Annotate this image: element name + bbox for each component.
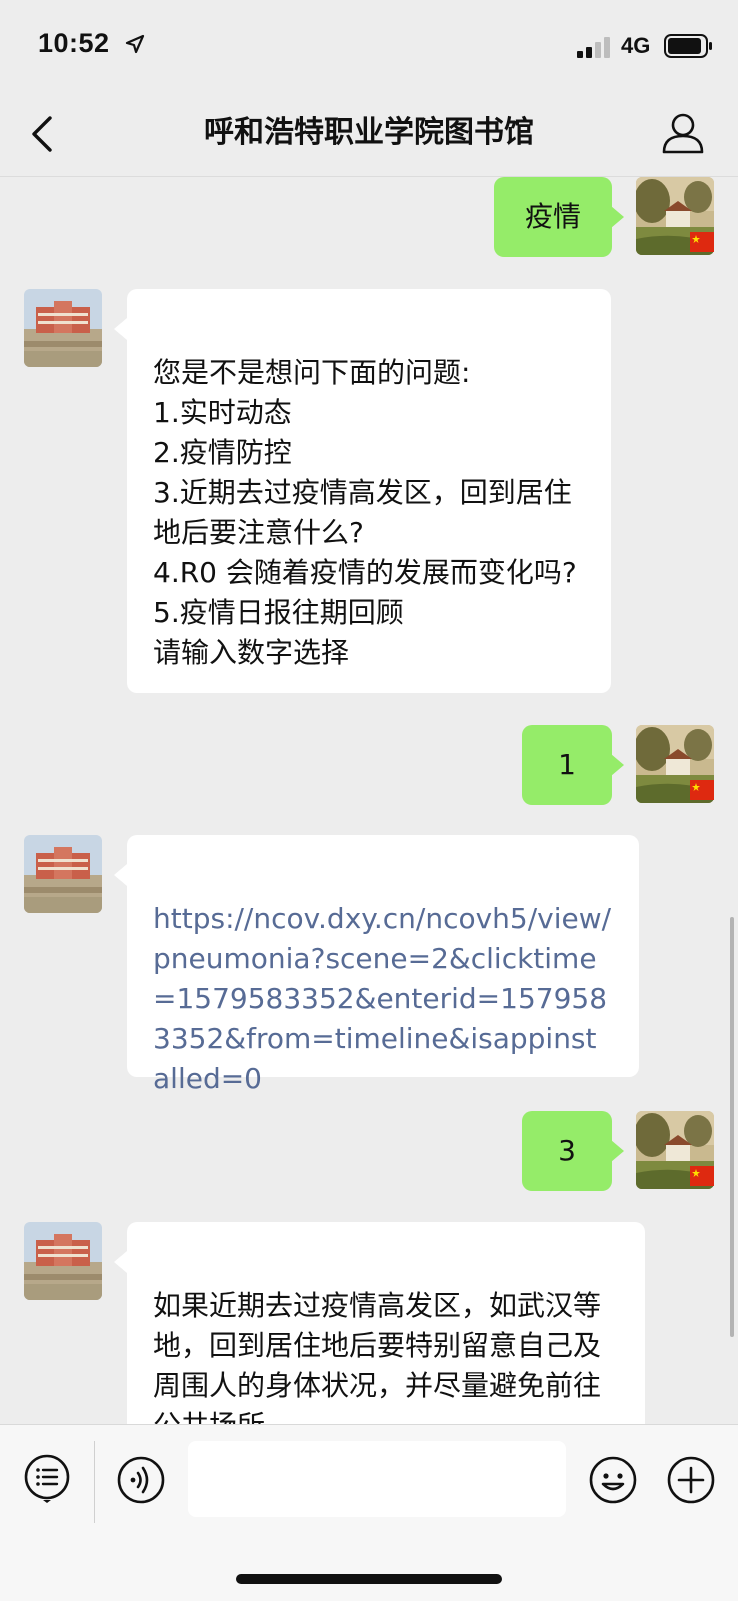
message-list[interactable]: 疫情 您是不是想问下面的问题: 1.实时动态 2.疫情防控 3.近期去过疫情高发… [0,177,738,1424]
status-time: 10:52 [38,28,110,58]
message-text: 如果近期去过疫情高发区，如武汉等地，回到居住地后要特别留意自己及周围人的身体状况… [153,1289,602,1424]
incoming-link-message[interactable]: https://ncov.dxy.cn/ncovh5/view/pneumoni… [127,835,639,1095]
home-indicator[interactable] [236,1574,502,1584]
chevron-left-icon[interactable] [24,112,60,156]
emoji-icon[interactable] [588,1455,638,1505]
library-avatar[interactable] [24,835,102,913]
message-text: 1 [558,748,576,781]
bubble-tail [114,1251,127,1273]
bubble-tail [611,1140,624,1162]
bubble-tail [611,754,624,776]
status-bar: 10:52 4G [0,0,738,92]
incoming-message[interactable]: 如果近期去过疫情高发区，如武汉等地，回到居住地后要特别留意自己及周围人的身体状况… [127,1222,645,1424]
outgoing-message[interactable]: 疫情 [494,177,612,257]
outgoing-message[interactable]: 3 [522,1111,612,1191]
message-text: 疫情 [524,200,581,233]
signal-strength-icon [577,37,610,58]
list-menu-icon[interactable] [22,1453,72,1503]
plus-icon[interactable] [666,1455,716,1505]
divider [94,1441,95,1523]
library-avatar[interactable] [24,1222,102,1300]
voice-icon[interactable] [116,1455,166,1505]
library-avatar[interactable] [24,289,102,367]
flag-icon [690,232,714,252]
chat-header: 呼和浩特职业学院图书馆 [0,92,738,177]
page-title: 呼和浩特职业学院图书馆 [204,115,534,150]
location-arrow-icon [125,34,145,54]
bubble-tail [611,206,624,228]
battery-icon [664,34,712,58]
bubble-tail [114,864,127,886]
flag-icon [690,1166,714,1186]
message-text: 3 [558,1134,576,1167]
person-icon[interactable] [660,110,706,156]
outgoing-message[interactable]: 1 [522,725,612,805]
message-link[interactable]: https://ncov.dxy.cn/ncovh5/view/pneumoni… [153,902,611,1095]
incoming-message[interactable]: 您是不是想问下面的问题: 1.实时动态 2.疫情防控 3.近期去过疫情高发区，回… [127,289,611,693]
scrollbar[interactable] [730,917,734,1337]
flag-icon [690,780,714,800]
message-input[interactable] [188,1441,566,1517]
network-type: 4G [621,33,651,58]
message-text: 您是不是想问下面的问题: 1.实时动态 2.疫情防控 3.近期去过疫情高发区，回… [153,356,577,669]
bubble-tail [114,318,127,340]
